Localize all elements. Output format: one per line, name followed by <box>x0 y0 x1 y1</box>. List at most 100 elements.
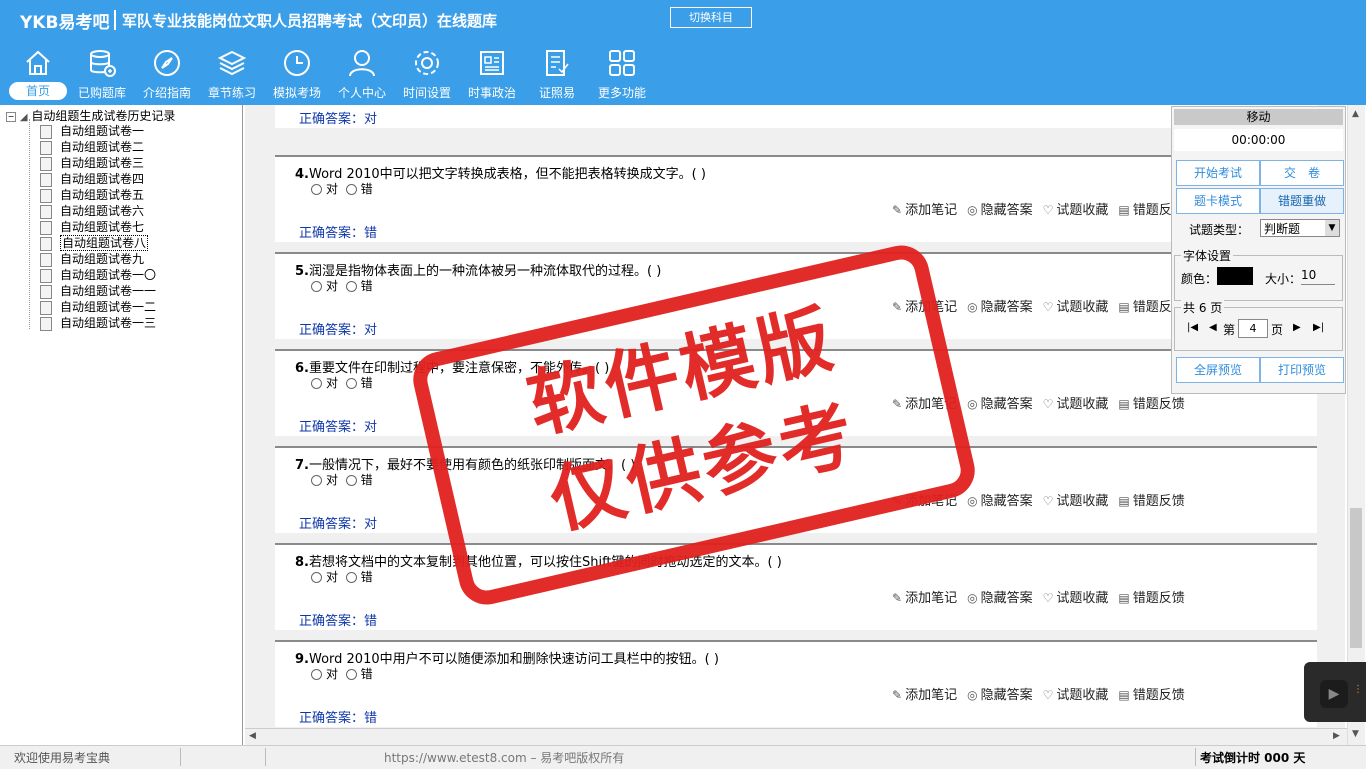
option-label: 错 <box>360 376 373 390</box>
report-error-button[interactable]: ▤ 错题反馈 <box>1118 688 1184 703</box>
tree-item[interactable]: 自动组题试卷七 <box>40 219 144 235</box>
document-icon <box>40 188 52 203</box>
scroll-right-icon[interactable]: ▶ <box>1333 731 1340 741</box>
radio-true[interactable] <box>311 184 322 195</box>
vertical-scrollbar[interactable]: ▲ ▼ <box>1347 105 1365 745</box>
logo: YKB易考吧 <box>20 13 110 33</box>
tree-item-label: 自动组题试卷四 <box>60 172 145 186</box>
redo-wrong-button[interactable]: 错题重做 <box>1260 188 1344 214</box>
tree-item[interactable]: 自动组题试卷一二 <box>40 299 156 315</box>
add-note-button[interactable]: ✎ 添加笔记 <box>892 591 957 606</box>
favorite-button[interactable]: ♡ 试题收藏 <box>1043 688 1109 703</box>
radio-false[interactable] <box>345 378 357 389</box>
radio-false[interactable] <box>345 572 357 583</box>
print-preview-button[interactable]: 打印预览 <box>1260 357 1344 383</box>
nav-guide[interactable]: 介绍指南 <box>132 48 202 104</box>
mute-icon[interactable]: ▶ <box>1320 680 1348 708</box>
hide-answer-button[interactable]: ◎ 隐藏答案 <box>967 688 1033 703</box>
color-swatch[interactable] <box>1217 267 1253 285</box>
prev-page-icon[interactable]: ◀ <box>1209 322 1217 333</box>
option-label: 对 <box>326 182 339 196</box>
floating-widget[interactable]: ▶ ⋮ <box>1304 662 1366 722</box>
report-error-button[interactable]: ▤ 错题反馈 <box>1118 397 1184 412</box>
scroll-left-icon[interactable]: ◀ <box>249 731 256 741</box>
nav-chapter[interactable]: 章节练习 <box>197 48 267 104</box>
favorite-label: 试题收藏 <box>1056 397 1109 412</box>
radio-false[interactable] <box>345 475 357 486</box>
submit-button[interactable]: 交 卷 <box>1260 160 1344 186</box>
radio-true[interactable] <box>311 475 322 486</box>
size-input[interactable]: 10 <box>1301 268 1335 285</box>
last-page-icon[interactable]: ▶| <box>1313 322 1324 333</box>
radio-true[interactable] <box>311 281 322 292</box>
page-input[interactable]: 4 <box>1238 319 1268 338</box>
add-note-button[interactable]: ✎ 添加笔记 <box>892 203 957 218</box>
favorite-button[interactable]: ♡ 试题收藏 <box>1043 591 1109 606</box>
nav-profile[interactable]: 个人中心 <box>327 48 397 104</box>
report-error-button[interactable]: ▤ 错题反馈 <box>1118 494 1184 509</box>
favorite-button[interactable]: ♡ 试题收藏 <box>1043 300 1109 315</box>
collapse-icon[interactable]: − <box>6 111 16 122</box>
question-type-select[interactable]: 判断题 ▼ <box>1260 219 1340 237</box>
add-note-button[interactable]: ✎ 添加笔记 <box>892 688 957 703</box>
tree-item[interactable]: 自动组题试卷一三 <box>40 315 156 331</box>
horizontal-scrollbar[interactable]: ◀ ▶ <box>245 728 1347 745</box>
answer-prefix: 正确答案： <box>299 420 365 435</box>
nav-purchased[interactable]: 已购题库 <box>67 48 137 104</box>
favorite-button[interactable]: ♡ 试题收藏 <box>1043 494 1109 509</box>
nav-time-settings[interactable]: 时间设置 <box>392 48 462 104</box>
tree-item[interactable]: 自动组题试卷一 <box>40 123 144 139</box>
radio-true[interactable] <box>311 572 322 583</box>
switch-subject-button[interactable]: 切换科目 <box>670 7 752 28</box>
hide-answer-button[interactable]: ◎ 隐藏答案 <box>967 494 1033 509</box>
option-label: 对 <box>326 473 339 487</box>
tree-item[interactable]: 自动组题试卷五 <box>40 187 144 203</box>
tree-item[interactable]: 自动组题试卷六 <box>40 203 144 219</box>
tree-root[interactable]: − ◢ 自动组题生成试卷历史记录 <box>6 107 175 124</box>
nav-more[interactable]: 更多功能 <box>587 48 657 104</box>
radio-false[interactable] <box>345 281 357 292</box>
radio-false[interactable] <box>345 184 357 195</box>
fullscreen-preview-button[interactable]: 全屏预览 <box>1176 357 1260 383</box>
option-label: 对 <box>326 570 339 584</box>
nav-home[interactable]: 首页 <box>3 48 73 104</box>
radio-true[interactable] <box>311 378 322 389</box>
hide-answer-button[interactable]: ◎ 隐藏答案 <box>967 397 1033 412</box>
tree-item-label: 自动组题试卷九 <box>60 252 145 266</box>
radio-true[interactable] <box>311 669 322 680</box>
panel-drag-title[interactable]: 移动 <box>1174 109 1343 125</box>
scroll-up-icon[interactable]: ▲ <box>1352 109 1359 119</box>
first-page-icon[interactable]: |◀ <box>1187 322 1198 333</box>
nav-label: 章节练习 <box>207 86 256 100</box>
more-icon[interactable]: ⋮ <box>1353 684 1363 695</box>
question-actions: ✎ 添加笔记 ◎ 隐藏答案 ♡ 试题收藏 ▤ 错题反馈 <box>892 587 1195 606</box>
page-title: 军队专业技能岗位文职人员招聘考试（文印员）在线题库 <box>122 12 498 30</box>
tree-item[interactable]: 自动组题试卷一〇 <box>40 267 156 283</box>
hide-answer-button[interactable]: ◎ 隐藏答案 <box>967 203 1033 218</box>
answer-value: 错 <box>364 711 378 726</box>
report-error-button[interactable]: ▤ 错题反馈 <box>1118 591 1184 606</box>
scroll-thumb[interactable] <box>1350 508 1362 648</box>
tree-item[interactable]: 自动组题试卷三 <box>40 155 144 171</box>
start-exam-button[interactable]: 开始考试 <box>1176 160 1260 186</box>
scroll-down-icon[interactable]: ▼ <box>1352 729 1359 739</box>
nav-certificate[interactable]: 证照易 <box>522 48 592 104</box>
tree-item[interactable]: 自动组题试卷八 <box>40 235 149 251</box>
favorite-button[interactable]: ♡ 试题收藏 <box>1043 397 1109 412</box>
document-icon <box>40 204 52 219</box>
hide-answer-button[interactable]: ◎ 隐藏答案 <box>967 591 1033 606</box>
nav-mock-exam[interactable]: 模拟考场 <box>262 48 332 104</box>
tree-item[interactable]: 自动组题试卷四 <box>40 171 144 187</box>
pencil-icon: ✎ <box>892 688 903 702</box>
next-page-icon[interactable]: ▶ <box>1293 322 1301 333</box>
tree-item[interactable]: 自动组题试卷一一 <box>40 283 156 299</box>
tree-item[interactable]: 自动组题试卷九 <box>40 251 144 267</box>
nav-current-affairs[interactable]: 时事政治 <box>457 48 527 104</box>
hide-answer-label: 隐藏答案 <box>980 203 1033 218</box>
chevron-down-icon: ▼ <box>1325 220 1339 236</box>
card-mode-button[interactable]: 题卡模式 <box>1176 188 1260 214</box>
tree-item[interactable]: 自动组题试卷二 <box>40 139 144 155</box>
hide-answer-button[interactable]: ◎ 隐藏答案 <box>967 300 1033 315</box>
radio-false[interactable] <box>345 669 357 680</box>
favorite-button[interactable]: ♡ 试题收藏 <box>1043 203 1109 218</box>
